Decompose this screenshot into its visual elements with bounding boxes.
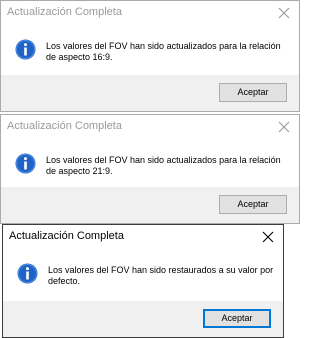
dialog-footer: Aceptar — [3, 301, 283, 337]
dialog-message: Los valores del FOV han sido actualizado… — [46, 41, 281, 62]
accept-button[interactable]: Aceptar — [203, 309, 271, 328]
info-icon — [15, 39, 36, 60]
dialog-content: Los valores del FOV han sido actualizado… — [1, 139, 299, 187]
dialog-message: Los valores del FOV han sido restaurados… — [48, 265, 274, 286]
dialog-title: Actualización Completa — [7, 6, 122, 18]
titlebar[interactable]: Actualización Completa — [1, 115, 299, 139]
accept-button[interactable]: Aceptar — [219, 83, 287, 102]
close-icon[interactable] — [277, 120, 291, 134]
titlebar[interactable]: Actualización Completa — [3, 225, 283, 249]
titlebar[interactable]: Actualización Completa — [1, 1, 299, 25]
accept-button[interactable]: Aceptar — [219, 195, 287, 214]
dialog-restore: Actualización Completa Los valores del F… — [2, 224, 284, 338]
info-icon — [17, 263, 38, 284]
dialog-title: Actualización Completa — [9, 230, 124, 242]
dialog-21-9: Actualización Completa Los valores del F… — [0, 114, 300, 224]
dialog-message: Los valores del FOV han sido actualizado… — [46, 155, 281, 176]
close-icon[interactable] — [277, 6, 291, 20]
dialog-16-9: Actualización Completa Los valores del F… — [0, 0, 300, 112]
info-icon — [15, 153, 36, 174]
dialog-footer: Aceptar — [1, 187, 299, 223]
dialog-footer: Aceptar — [1, 75, 299, 111]
dialog-content: Los valores del FOV han sido actualizado… — [1, 25, 299, 75]
dialog-content: Los valores del FOV han sido restaurados… — [3, 249, 283, 301]
close-icon[interactable] — [261, 230, 275, 244]
dialog-title: Actualización Completa — [7, 120, 122, 132]
